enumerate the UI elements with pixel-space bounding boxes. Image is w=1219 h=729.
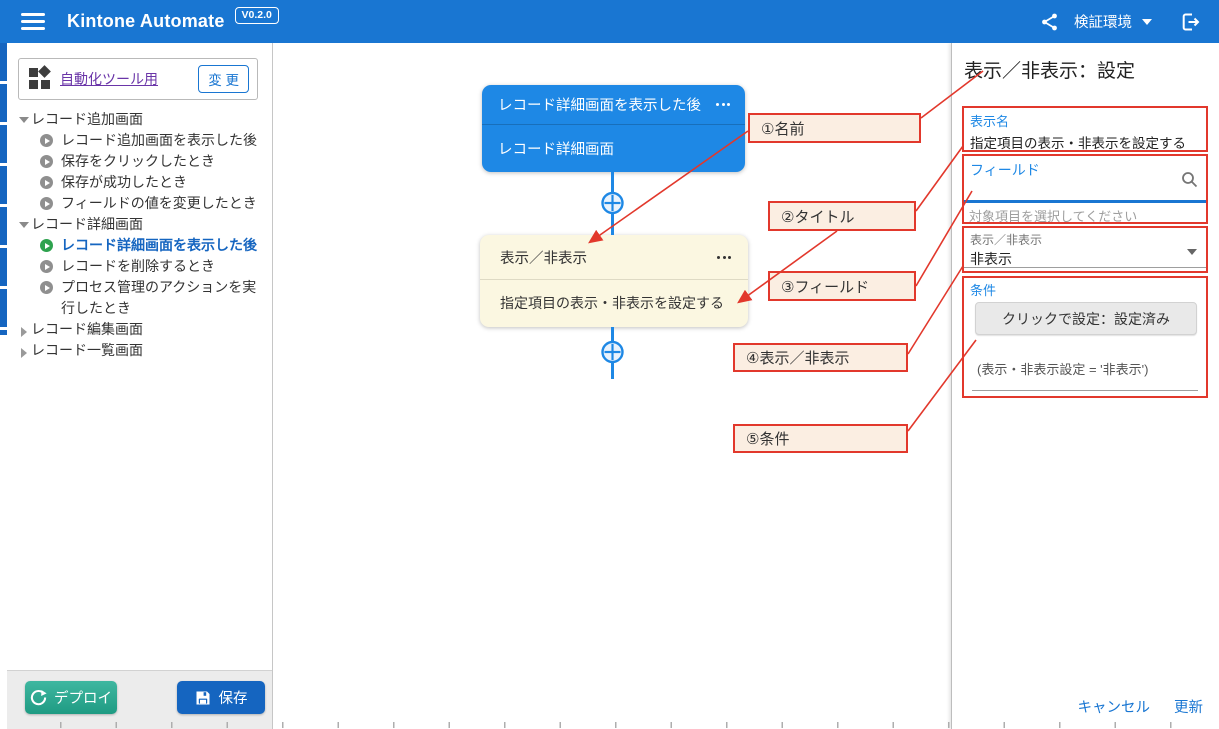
chevron-down-icon: [1142, 19, 1152, 25]
action-node-subtitle: 指定項目の表示・非表示を設定する: [480, 280, 748, 326]
sidebar-footer: デプロイ 保存: [7, 670, 272, 729]
tree-group-record-list[interactable]: レコード一覧画面: [7, 340, 265, 361]
node-menu-icon[interactable]: [715, 252, 733, 263]
tree-item[interactable]: 保存が成功したとき: [7, 172, 265, 193]
trigger-node[interactable]: レコード詳細画面を表示した後 レコード詳細画面: [482, 85, 745, 172]
tree-item[interactable]: レコードを削除するとき: [7, 256, 265, 277]
action-node-title: 表示／非表示: [500, 247, 587, 268]
condition-field: 条件 クリックで設定：設定済み (表示・非表示設定 = '非表示'): [962, 276, 1208, 398]
annotation-visibility: ④表示／非表示: [733, 343, 908, 372]
environment-label: 検証環境: [1074, 11, 1132, 32]
visibility-value: 非表示: [970, 249, 1200, 269]
trigger-node-subtitle: レコード詳細画面: [482, 125, 745, 171]
tree-item[interactable]: プロセス管理のアクションを実行したとき: [7, 277, 265, 319]
condition-summary: (表示・非表示設定 = '非表示'): [977, 359, 1148, 378]
panel-title: 表示／非表示：設定: [964, 56, 1135, 83]
visibility-select[interactable]: 表示／非表示 非表示: [962, 226, 1208, 273]
app-title: Kintone Automate: [67, 11, 225, 32]
visibility-label: 表示／非表示: [970, 231, 1200, 248]
event-tree: レコード追加画面 レコード追加画面を表示した後 保存をクリックしたとき 保存が成…: [7, 109, 265, 361]
caret-right-icon: [17, 327, 31, 337]
field-selector[interactable]: フィールド 対象項目を選択してください: [962, 154, 1208, 224]
floppy-save-icon: [195, 690, 211, 706]
change-app-button[interactable]: 変 更: [198, 65, 249, 93]
chevron-down-icon: [1187, 249, 1197, 255]
annotation-field: ③フィールド: [768, 271, 916, 301]
trigger-node-title: レコード詳細画面を表示した後: [498, 94, 701, 115]
play-circle-icon: [40, 197, 53, 210]
tree-item[interactable]: レコード追加画面を表示した後: [7, 130, 265, 151]
play-circle-icon: [40, 281, 53, 294]
app-card: 自動化ツール用 変 更: [18, 58, 258, 100]
annotation-title: ②タイトル: [768, 201, 916, 231]
logout-icon[interactable]: [1180, 12, 1201, 32]
add-step-plus-icon: [603, 193, 623, 213]
play-circle-icon: [40, 260, 53, 273]
left-edge-strip: [0, 43, 7, 335]
app-icon: [29, 68, 51, 90]
app-name-link[interactable]: 自動化ツール用: [60, 69, 158, 89]
condition-underline: [972, 390, 1198, 391]
cancel-button[interactable]: キャンセル: [1078, 696, 1151, 717]
field-placeholder: 対象項目を選択してください: [969, 206, 1137, 225]
deploy-button[interactable]: デプロイ: [25, 681, 117, 714]
environment-selector[interactable]: 検証環境: [1074, 11, 1152, 32]
play-circle-icon: [40, 176, 53, 189]
add-step-plus-icon: [603, 342, 623, 362]
caret-down-icon: [17, 222, 31, 228]
tree-item[interactable]: 保存をクリックしたとき: [7, 151, 265, 172]
settings-panel: 表示／非表示：設定 表示名 指定項目の表示・非表示を設定する フィールド 対象項…: [951, 43, 1219, 729]
tree-group-record-add[interactable]: レコード追加画面: [7, 109, 265, 130]
condition-label: 条件: [970, 280, 1200, 299]
display-name-label: 表示名: [970, 111, 1200, 130]
save-button[interactable]: 保存: [177, 681, 265, 714]
update-button[interactable]: 更新: [1174, 696, 1203, 717]
display-name-field[interactable]: 表示名 指定項目の表示・非表示を設定する: [962, 106, 1208, 152]
play-circle-icon-active: [40, 239, 53, 252]
annotation-condition: ⑤条件: [733, 424, 908, 453]
search-icon[interactable]: [1180, 170, 1199, 194]
sync-icon: [30, 689, 47, 706]
visibility-underline: [964, 267, 1206, 268]
caret-right-icon: [17, 348, 31, 358]
tree-group-record-detail[interactable]: レコード詳細画面: [7, 214, 265, 235]
condition-config-button[interactable]: クリックで設定：設定済み: [975, 302, 1197, 335]
tree-group-record-edit[interactable]: レコード編集画面: [7, 319, 265, 340]
hamburger-menu-icon[interactable]: [21, 13, 45, 30]
caret-down-icon: [17, 117, 31, 123]
play-circle-icon: [40, 134, 53, 147]
node-menu-icon[interactable]: [714, 99, 732, 110]
share-icon[interactable]: [1040, 12, 1060, 32]
top-header-bar: Kintone Automate V0.2.0 検証環境: [0, 0, 1219, 43]
field-input-underline: [964, 200, 1206, 203]
display-name-value: 指定項目の表示・非表示を設定する: [970, 132, 1200, 152]
play-circle-icon: [40, 155, 53, 168]
field-label: フィールド: [970, 160, 1200, 180]
version-badge: V0.2.0: [235, 7, 279, 24]
sidebar: 自動化ツール用 変 更 レコード追加画面 レコード追加画面を表示した後 保存をク…: [7, 43, 273, 729]
annotation-name: ①名前: [748, 113, 921, 143]
action-node[interactable]: 表示／非表示 指定項目の表示・非表示を設定する: [480, 235, 748, 327]
tree-item-selected[interactable]: レコード詳細画面を表示した後: [7, 235, 265, 256]
tree-item[interactable]: フィールドの値を変更したとき: [7, 193, 265, 214]
